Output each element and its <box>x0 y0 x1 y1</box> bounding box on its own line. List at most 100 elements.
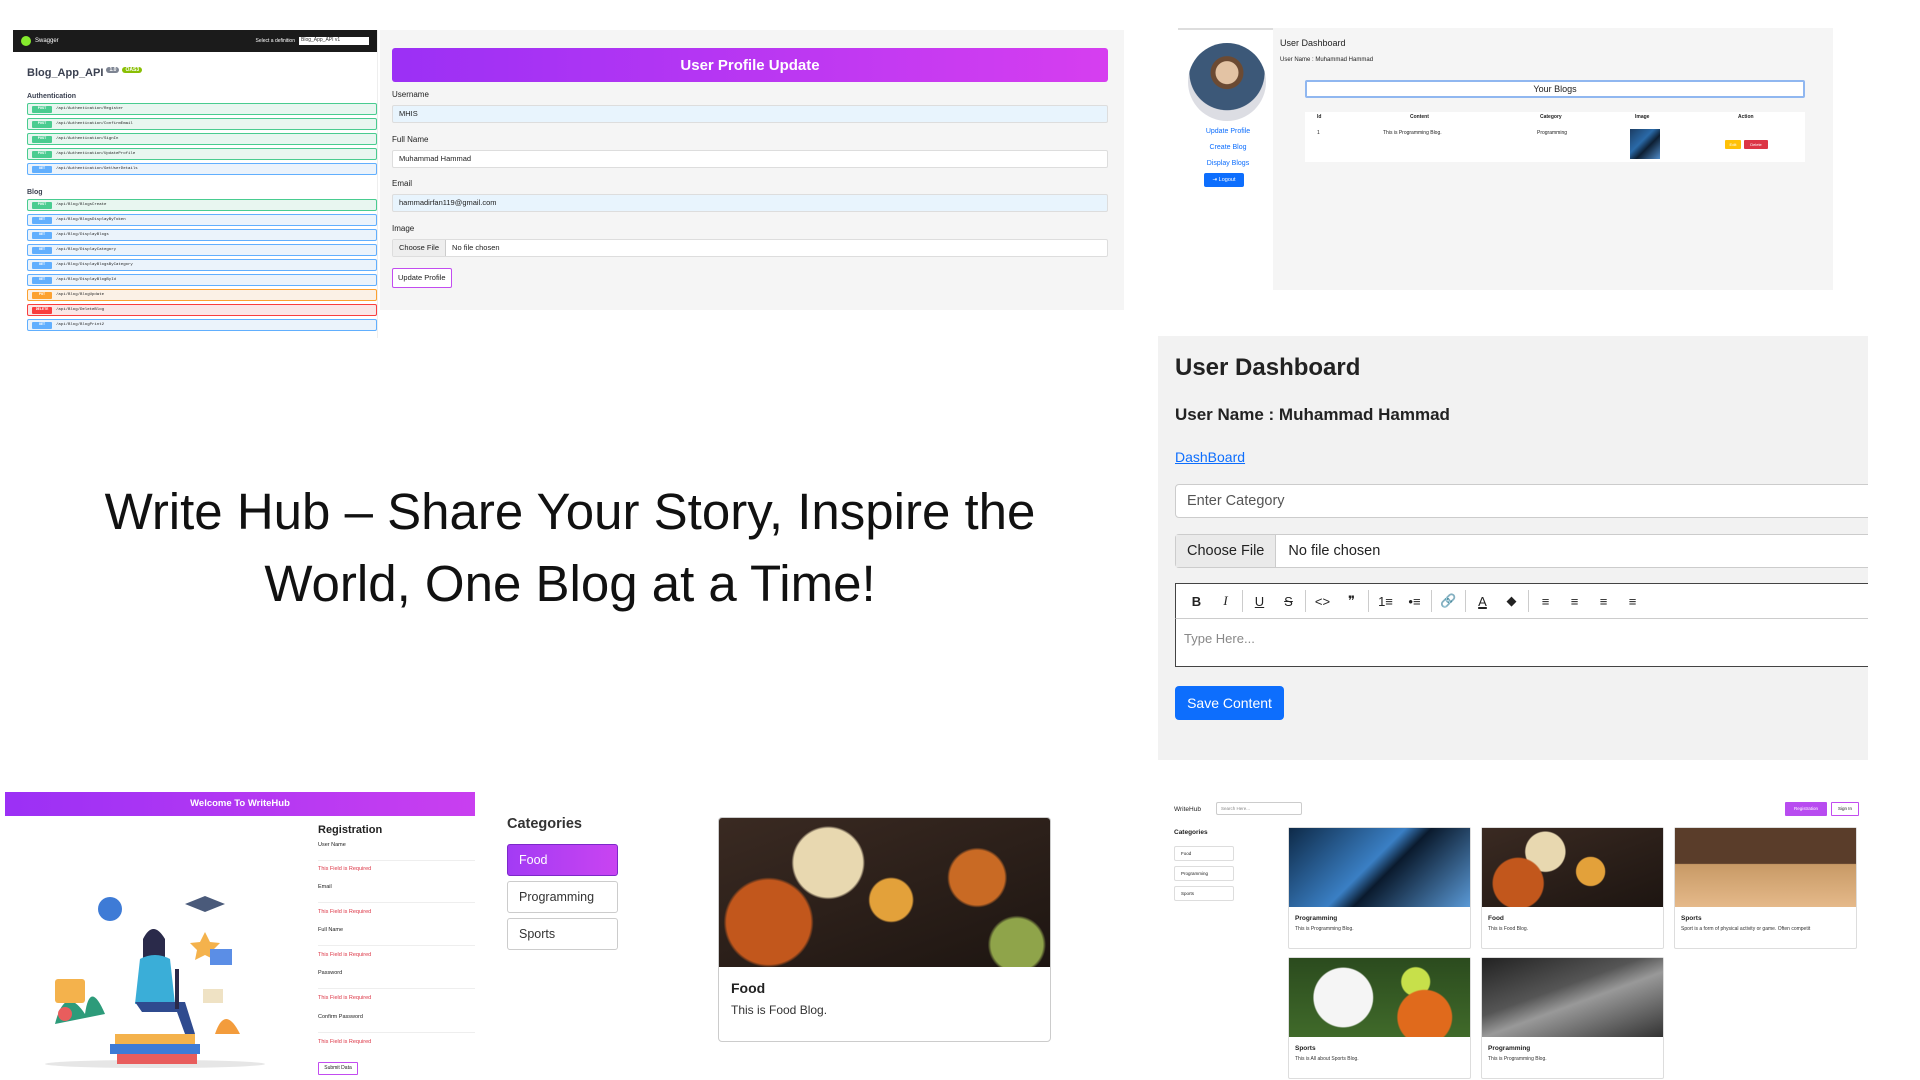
blog-card[interactable]: Sports This is All about Sports Blog. <box>1288 957 1471 1079</box>
username-field[interactable] <box>318 850 475 861</box>
edit-button[interactable]: Edit <box>1725 140 1741 149</box>
blog-card[interactable]: Food This is Food Blog. <box>1481 827 1664 949</box>
blog-card[interactable]: Programming This is Programming Blog. <box>1288 827 1471 949</box>
username-field[interactable]: MHIS <box>392 105 1108 123</box>
bullet-list-icon[interactable]: •≡ <box>1400 587 1429 615</box>
endpoint-row[interactable]: POST/api/Authentication/ConfirmEmail <box>27 118 377 130</box>
fullname-field[interactable]: Muhammad Hammad <box>392 150 1108 168</box>
dashboard-link[interactable]: DashBoard <box>1175 449 1245 465</box>
align-right-icon[interactable]: ≡ <box>1589 587 1618 615</box>
display-blogs-link[interactable]: Display Blogs <box>1178 160 1278 167</box>
logout-button[interactable]: ⇥ Logout <box>1204 173 1244 187</box>
update-profile-link[interactable]: Update Profile <box>1178 128 1278 135</box>
create-blog-link[interactable]: Create Blog <box>1178 144 1278 151</box>
sign-in-button[interactable]: Sign In <box>1831 802 1859 816</box>
link-icon[interactable]: 🔗 <box>1434 587 1463 615</box>
username-label: User Name <box>318 842 346 848</box>
endpoint-row[interactable]: DELETE/api/Blog/DeleteBlog <box>27 304 377 316</box>
endpoint-row[interactable]: GET/api/Blog/DisplayBlogsByCategory <box>27 259 377 271</box>
align-justify-icon[interactable]: ≡ <box>1618 587 1647 615</box>
endpoint-row[interactable]: GET/api/Blog/DisplayBlogs <box>27 229 377 241</box>
confirm-password-field[interactable] <box>318 1022 475 1033</box>
password-field[interactable] <box>318 978 475 989</box>
endpoint-row[interactable]: POST/api/Authentication/Register <box>27 103 377 115</box>
highlight-icon[interactable]: ◆ <box>1497 587 1526 615</box>
swagger-logo-icon <box>21 36 31 46</box>
welcome-header: Welcome To WriteHub <box>5 792 475 816</box>
endpoint-row[interactable]: POST/api/Authentication/UpdateProfile <box>27 148 377 160</box>
method-badge: GET <box>32 231 52 239</box>
text-color-icon[interactable]: A <box>1468 587 1497 615</box>
image-file-input[interactable]: Choose File No file chosen <box>392 239 1108 257</box>
method-badge: GET <box>32 246 52 254</box>
password-label: Password <box>318 970 343 976</box>
category-programming[interactable]: Programming <box>1174 866 1234 881</box>
card-description: This is Food Blog. <box>731 1003 828 1017</box>
endpoint-row[interactable]: PUT/api/Blog/BlogUpdate <box>27 289 377 301</box>
blog-card[interactable]: Sports Sport is a form of physical activ… <box>1674 827 1857 949</box>
registration-button[interactable]: Registration <box>1785 802 1827 816</box>
col-content: Content <box>1410 114 1429 120</box>
submit-data-button[interactable]: Submit Data <box>318 1062 358 1075</box>
endpoint-path: /api/Blog/BlogsCreate <box>56 203 107 207</box>
logout-label: Logout <box>1218 177 1236 183</box>
fullname-field[interactable] <box>318 935 475 946</box>
card-description: Sport is a form of physical activity or … <box>1681 926 1811 932</box>
endpoint-row[interactable]: GET/api/Blog/DisplayBlogById <box>27 274 377 286</box>
align-center-icon[interactable]: ≡ <box>1560 587 1589 615</box>
brand[interactable]: WriteHub <box>1174 806 1201 813</box>
save-content-button[interactable]: Save Content <box>1175 686 1284 720</box>
ordered-list-icon[interactable]: 1≡ <box>1371 587 1400 615</box>
bold-icon[interactable]: B <box>1182 587 1211 615</box>
email-field[interactable]: hammadirfan119@gmail.com <box>392 194 1108 212</box>
definition-select[interactable]: Select a definition Blog_App_API v1 <box>256 37 369 45</box>
oas-badge: OAS3 <box>122 67 143 73</box>
method-badge: PUT <box>32 291 52 299</box>
endpoint-row[interactable]: GET/api/Authentication/GetUserDetails <box>27 163 377 175</box>
swagger-section-title: Blog <box>27 189 43 196</box>
method-badge: DELETE <box>32 306 52 314</box>
endpoint-row[interactable]: POST/api/Blog/BlogsCreate <box>27 199 377 211</box>
blog-card-food[interactable]: Food This is Food Blog. <box>718 817 1051 1042</box>
endpoint-path: /api/Blog/DisplayCategory <box>56 248 117 252</box>
endpoint-row[interactable]: GET/api/Blog/BlogsDisplayByToken <box>27 214 377 226</box>
endpoint-path: /api/Blog/BlogUpdate <box>56 293 105 297</box>
choose-file-button[interactable]: Choose File <box>1176 535 1277 567</box>
definition-select-value[interactable]: Blog_App_API v1 <box>299 37 369 45</box>
category-input[interactable]: Enter Category <box>1175 484 1868 518</box>
strikethrough-icon[interactable]: S <box>1274 587 1303 615</box>
category-food[interactable]: Food <box>507 844 618 876</box>
blog-card[interactable]: Programming This is Programming Blog. <box>1481 957 1664 1079</box>
card-image <box>1482 958 1663 1037</box>
password-error: This Field is Required <box>318 995 372 1001</box>
category-sports[interactable]: Sports <box>507 918 618 950</box>
italic-icon[interactable]: I <box>1211 587 1240 615</box>
content-editor[interactable]: Type Here... <box>1175 619 1868 667</box>
align-left-icon[interactable]: ≡ <box>1531 587 1560 615</box>
email-field[interactable] <box>318 892 475 903</box>
registration-panel: Welcome To WriteHub Registration User Na… <box>5 792 475 1080</box>
file-input[interactable]: Choose File No file chosen <box>1175 534 1868 568</box>
update-profile-button[interactable]: Update Profile <box>392 268 452 288</box>
food-image <box>719 818 1050 967</box>
underline-icon[interactable]: U <box>1245 587 1274 615</box>
choose-file-button[interactable]: Choose File <box>393 240 447 256</box>
dashboard-title: User Dashboard <box>1280 38 1346 48</box>
toolbar-divider <box>1368 590 1369 612</box>
method-badge: POST <box>32 150 52 158</box>
category-food[interactable]: Food <box>1174 846 1234 861</box>
username-label: Username <box>392 90 429 99</box>
col-image: Image <box>1635 114 1650 120</box>
card-title: Programming <box>1488 1045 1531 1052</box>
endpoint-row[interactable]: GET/api/Blog/BlogPrint2 <box>27 319 377 331</box>
quote-icon[interactable]: ❞ <box>1337 587 1366 615</box>
endpoint-row[interactable]: GET/api/Blog/DisplayCategory <box>27 244 377 256</box>
delete-button[interactable]: Delete <box>1744 140 1768 149</box>
category-programming[interactable]: Programming <box>507 881 618 913</box>
search-input[interactable]: Search Here... <box>1216 802 1302 815</box>
category-sports[interactable]: Sports <box>1174 886 1234 901</box>
endpoint-path: /api/Blog/DisplayBlogsByCategory <box>56 263 133 267</box>
code-icon[interactable]: <> <box>1308 587 1337 615</box>
endpoint-row[interactable]: POST/api/Authentication/SignIn <box>27 133 377 145</box>
cell-id: 1 <box>1317 130 1320 136</box>
